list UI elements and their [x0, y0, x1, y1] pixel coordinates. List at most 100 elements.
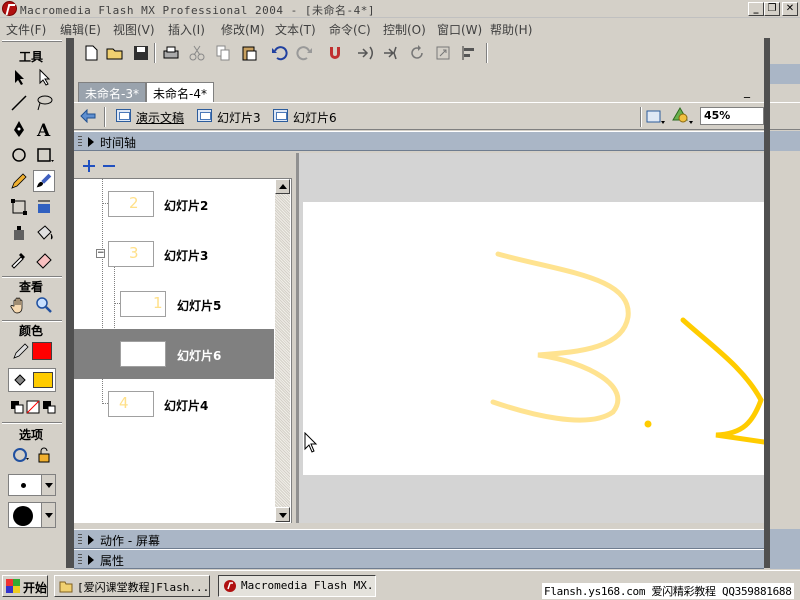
menu-commands[interactable]: 命令(C) — [329, 21, 371, 38]
lasso-tool-icon[interactable] — [33, 92, 55, 114]
taskbar-item-tutorial[interactable]: [爱闪课堂教程]Flash... — [54, 575, 210, 597]
smooth-icon[interactable] — [356, 44, 374, 62]
new-file-icon[interactable] — [82, 44, 100, 62]
view-section-title: 查看 — [18, 280, 43, 294]
edit-scene-icon[interactable] — [646, 109, 666, 125]
slide-item-3[interactable]: − 3 幻灯片3 — [74, 229, 274, 279]
straighten-icon[interactable] — [382, 44, 400, 62]
swap-colors-icon[interactable] — [42, 400, 56, 414]
no-color-icon[interactable] — [26, 400, 40, 414]
slide-item-4[interactable]: 4 幻灯片4 — [74, 379, 274, 429]
close-button[interactable]: ✕ — [782, 2, 798, 16]
menu-view[interactable]: 视图(V) — [113, 21, 155, 38]
print-icon[interactable] — [162, 44, 180, 62]
text-tool-icon[interactable]: A — [33, 118, 55, 140]
colors-section-title: 颜色 — [18, 324, 43, 338]
remove-screen-icon[interactable] — [102, 159, 116, 173]
brush-shape-select[interactable] — [8, 502, 56, 528]
edit-symbols-icon[interactable] — [672, 107, 694, 125]
menu-text[interactable]: 文本(T) — [275, 21, 316, 38]
zoom-select[interactable]: 45% — [700, 107, 764, 125]
save-icon[interactable] — [132, 44, 150, 62]
properties-panel-header[interactable]: 属性 — [74, 549, 764, 569]
free-transform-tool-icon[interactable] — [8, 196, 30, 218]
snap-magnet-icon[interactable] — [326, 44, 344, 62]
fill-bucket-icon — [14, 374, 26, 386]
menu-insert[interactable]: 插入(I) — [168, 21, 205, 38]
doc-minimize-button[interactable]: _ — [744, 84, 750, 98]
menu-modify[interactable]: 修改(M) — [221, 21, 265, 38]
menu-control[interactable]: 控制(O) — [383, 21, 426, 38]
collapse-toggle-icon[interactable]: − — [96, 249, 105, 258]
breadcrumb-slide3[interactable]: 幻灯片3 — [217, 109, 261, 126]
paste-icon[interactable] — [240, 44, 258, 62]
oval-tool-icon[interactable] — [8, 144, 30, 166]
flash-app-icon — [2, 1, 17, 16]
minimize-button[interactable]: _ — [748, 2, 764, 16]
slide-item-2[interactable]: 2 幻灯片2 — [74, 179, 274, 229]
fill-transform-tool-icon[interactable] — [33, 196, 55, 218]
eyedropper-tool-icon[interactable] — [8, 248, 30, 270]
chevron-down-icon — [45, 483, 53, 488]
actions-panel-header[interactable]: 动作 - 屏幕 — [74, 529, 764, 549]
outline-scrollbar[interactable] — [275, 179, 290, 522]
cut-icon[interactable] — [188, 44, 206, 62]
document-tabs: 未命名-3* 未命名-4* _ — [74, 80, 764, 102]
slide-item-6[interactable]: 幻灯片6 — [74, 329, 274, 379]
copy-icon[interactable] — [214, 44, 232, 62]
left-panel-divider[interactable] — [66, 38, 74, 568]
menu-window[interactable]: 窗口(W) — [437, 21, 482, 38]
rotate-icon[interactable] — [408, 44, 426, 62]
watermark-text: Flansh.ys168.com 爱闪精彩教程 QQ359881688 — [542, 583, 794, 599]
stroke-color-swatch[interactable] — [32, 342, 52, 360]
scene-icon — [116, 109, 131, 122]
back-arrow-icon[interactable] — [80, 109, 96, 123]
brush-tool-icon — [36, 173, 52, 188]
ink-bottle-tool-icon[interactable] — [8, 222, 30, 244]
subselect-tool-icon[interactable] — [33, 66, 55, 88]
eraser-tool-icon[interactable] — [33, 248, 55, 270]
hand-tool-icon[interactable] — [8, 294, 30, 316]
dot-stroke — [644, 420, 652, 428]
properties-panel-label: 属性 — [100, 554, 125, 568]
brush-size-select[interactable] — [8, 474, 56, 496]
stage-canvas[interactable] — [303, 202, 767, 475]
breadcrumb-presentation[interactable]: 演示文稿 — [136, 109, 184, 126]
windows-logo-icon — [6, 579, 20, 593]
line-tool-icon[interactable] — [8, 92, 30, 114]
brush-tool[interactable] — [33, 170, 55, 192]
pencil-tool-icon[interactable] — [8, 170, 30, 192]
tab-untitled-3[interactable]: 未命名-3* — [78, 82, 146, 102]
lock-fill-icon[interactable] — [33, 444, 55, 466]
timeline-panel-header[interactable]: 时间轴 — [74, 131, 764, 151]
align-icon[interactable] — [460, 44, 478, 62]
redo-icon[interactable] — [296, 44, 314, 62]
add-screen-icon[interactable] — [82, 159, 96, 173]
scale-icon[interactable] — [434, 44, 452, 62]
expand-arrow-icon — [88, 535, 94, 545]
menu-help[interactable]: 帮助(H) — [490, 21, 532, 38]
start-button[interactable]: 开始 — [2, 575, 48, 597]
zoom-tool-icon[interactable] — [33, 294, 55, 316]
collapse-arrow-icon — [88, 137, 94, 147]
undo-icon[interactable] — [270, 44, 288, 62]
slide-label: 幻灯片6 — [177, 349, 222, 363]
black-white-icon[interactable] — [10, 400, 24, 414]
tab-untitled-4[interactable]: 未命名-4* — [146, 82, 214, 102]
scroll-down-button[interactable] — [275, 507, 290, 522]
rectangle-tool-icon[interactable] — [33, 144, 55, 166]
taskbar-item-flash[interactable]: Macromedia Flash MX... — [218, 575, 376, 597]
breadcrumb-slide6[interactable]: 幻灯片6 — [293, 109, 337, 126]
brush-mode-icon[interactable] — [10, 444, 32, 466]
fill-color-swatch[interactable] — [33, 372, 53, 388]
restore-button[interactable]: ❐ — [764, 2, 780, 16]
menu-file[interactable]: 文件(F) — [6, 21, 46, 38]
slide-item-5[interactable]: 1 幻灯片5 — [74, 279, 274, 329]
scroll-up-button[interactable] — [275, 179, 290, 194]
paint-bucket-tool-icon[interactable] — [33, 222, 55, 244]
number-three-stroke — [490, 251, 631, 423]
open-folder-icon[interactable] — [106, 44, 124, 62]
pen-tool-icon[interactable] — [8, 118, 30, 140]
arrow-tool-icon[interactable] — [8, 66, 30, 88]
menu-edit[interactable]: 编辑(E) — [60, 21, 101, 38]
